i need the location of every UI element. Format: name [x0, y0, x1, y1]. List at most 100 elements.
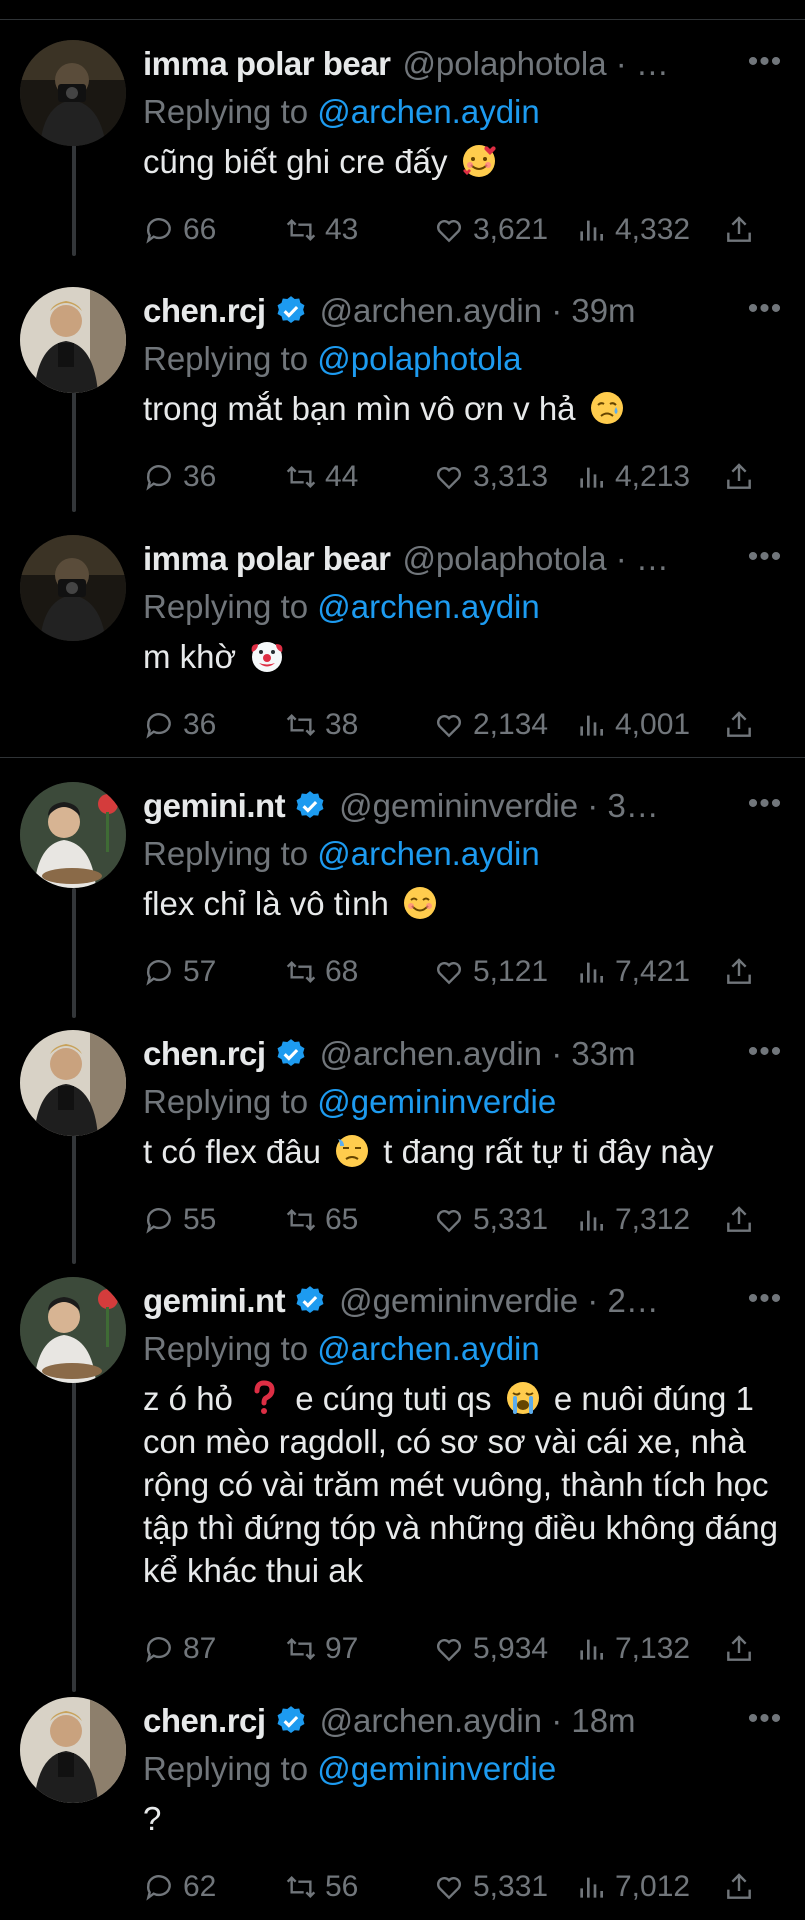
like-button[interactable]: 3,621	[433, 210, 548, 250]
avatar[interactable]	[20, 287, 126, 393]
reply-mention-link[interactable]: @archen.aydin	[317, 588, 539, 625]
handle-and-time[interactable]: @archen.aydin · 39m	[320, 291, 785, 331]
sad-but-relieved-face-icon	[589, 390, 625, 426]
more-options-icon[interactable]: •••	[747, 1281, 783, 1321]
retweet-button[interactable]: 65	[285, 1200, 358, 1240]
tweet-text: t có flex đâu t đang rất tự ti đây này	[143, 1130, 783, 1173]
replying-to: Replying to @archen.aydin	[143, 587, 540, 627]
handle-and-time[interactable]: @archen.aydin · 18m	[320, 1701, 785, 1741]
tweet-text: ?	[143, 1797, 783, 1840]
like-button[interactable]: 2,134	[433, 705, 548, 745]
more-options-icon[interactable]: •••	[747, 786, 783, 826]
tweet[interactable]: gemini.nt @gemininverdie · 3… ••• Replyi…	[0, 772, 805, 1000]
share-button[interactable]	[723, 1200, 763, 1240]
more-options-icon[interactable]: •••	[747, 1034, 783, 1074]
like-button[interactable]: 5,331	[433, 1200, 548, 1240]
reply-mention-link[interactable]: @archen.aydin	[317, 835, 539, 872]
display-name[interactable]: chen.rcj	[143, 1034, 266, 1074]
retweet-count: 44	[325, 460, 359, 493]
avatar[interactable]	[20, 535, 126, 641]
views-button[interactable]: 4,332	[575, 210, 690, 250]
retweet-count: 38	[325, 708, 359, 741]
handle-and-time[interactable]: @archen.aydin · 33m	[320, 1034, 785, 1074]
display-name[interactable]: gemini.nt	[143, 786, 286, 826]
avatar[interactable]	[20, 1697, 126, 1803]
tweet[interactable]: imma polar bear @polaphotola · … ••• Rep…	[0, 525, 805, 753]
display-name[interactable]: chen.rcj	[143, 291, 266, 331]
avatar[interactable]	[20, 1030, 126, 1136]
view-count: 7,132	[615, 1632, 691, 1665]
reply-button[interactable]: 36	[143, 457, 216, 497]
retweet-button[interactable]: 43	[285, 210, 358, 250]
replying-to: Replying to @archen.aydin	[143, 834, 540, 874]
handle-and-time[interactable]: @polaphotola · …	[402, 44, 785, 84]
reply-mention-link[interactable]: @archen.aydin	[317, 1330, 539, 1367]
views-button[interactable]: 7,012	[575, 1867, 690, 1907]
retweet-button[interactable]: 97	[285, 1629, 358, 1669]
retweet-button[interactable]: 68	[285, 952, 358, 992]
views-button[interactable]: 4,213	[575, 457, 690, 497]
display-name[interactable]: gemini.nt	[143, 1281, 286, 1321]
handle-and-time[interactable]: @polaphotola · …	[402, 539, 785, 579]
share-button[interactable]	[723, 952, 763, 992]
tweet[interactable]: chen.rcj @archen.aydin · 33m ••• Replyin…	[0, 1020, 805, 1248]
retweet-button[interactable]: 56	[285, 1867, 358, 1907]
share-icon	[727, 958, 751, 984]
replying-prefix: Replying to	[143, 93, 309, 130]
tweet[interactable]: gemini.nt @gemininverdie · 2… ••• Replyi…	[0, 1267, 805, 1677]
views-button[interactable]: 7,132	[575, 1629, 690, 1669]
reply-mention-link[interactable]: @polaphotola	[317, 340, 521, 377]
avatar[interactable]	[20, 1277, 126, 1383]
more-options-icon[interactable]: •••	[747, 291, 783, 331]
tweet-header: gemini.nt @gemininverdie · 2…	[143, 1281, 785, 1321]
retweet-button[interactable]: 38	[285, 705, 358, 745]
view-count: 7,312	[615, 1203, 691, 1236]
share-button[interactable]	[723, 705, 763, 745]
reply-mention-link[interactable]: @gemininverdie	[317, 1083, 556, 1120]
reply-count: 36	[183, 708, 217, 741]
avatar[interactable]	[20, 782, 126, 888]
views-button[interactable]: 7,312	[575, 1200, 690, 1240]
tweet[interactable]: imma polar bear @polaphotola · … ••• Rep…	[0, 30, 805, 258]
more-options-icon[interactable]: •••	[747, 44, 783, 84]
retweet-button[interactable]: 44	[285, 457, 358, 497]
more-options-icon[interactable]: •••	[747, 539, 783, 579]
share-icon	[727, 1873, 751, 1899]
reply-button[interactable]: 57	[143, 952, 216, 992]
like-button[interactable]: 5,331	[433, 1867, 548, 1907]
like-count: 3,621	[473, 213, 549, 246]
reply-button[interactable]: 66	[143, 210, 216, 250]
views-icon	[580, 1877, 603, 1898]
reply-mention-link[interactable]: @gemininverdie	[317, 1750, 556, 1787]
handle-and-time[interactable]: @gemininverdie · 2…	[339, 1281, 785, 1321]
share-button[interactable]	[723, 1867, 763, 1907]
reply-button[interactable]: 55	[143, 1200, 216, 1240]
views-button[interactable]: 4,001	[575, 705, 690, 745]
more-options-icon[interactable]: •••	[747, 1701, 783, 1741]
verified-badge-icon	[296, 1286, 324, 1314]
like-button[interactable]: 3,313	[433, 457, 548, 497]
tweet[interactable]: chen.rcj @archen.aydin · 18m ••• Replyin…	[0, 1687, 805, 1915]
share-button[interactable]	[723, 210, 763, 250]
like-button[interactable]: 5,121	[433, 952, 548, 992]
display-name[interactable]: imma polar bear	[143, 44, 391, 84]
reply-button[interactable]: 87	[143, 1629, 216, 1669]
views-button[interactable]: 7,421	[575, 952, 690, 992]
display-name[interactable]: imma polar bear	[143, 539, 391, 579]
tweet-text-part: e cúng tuti qs	[286, 1380, 501, 1417]
share-button[interactable]	[723, 457, 763, 497]
reply-button[interactable]: 62	[143, 1867, 216, 1907]
replying-prefix: Replying to	[143, 1083, 309, 1120]
display-name[interactable]: chen.rcj	[143, 1701, 266, 1741]
heart-icon	[437, 1210, 461, 1233]
reply-button[interactable]: 36	[143, 705, 216, 745]
avatar[interactable]	[20, 40, 126, 146]
handle-and-time[interactable]: @gemininverdie · 3…	[339, 786, 785, 826]
like-button[interactable]: 5,934	[433, 1629, 548, 1669]
share-icon	[727, 1635, 751, 1661]
share-button[interactable]	[723, 1629, 763, 1669]
replying-to: Replying to @gemininverdie	[143, 1082, 556, 1122]
tweet[interactable]: chen.rcj @archen.aydin · 39m ••• Replyin…	[0, 277, 805, 505]
tweet-actions: 57 68 5,121 7,421	[143, 952, 763, 992]
reply-mention-link[interactable]: @archen.aydin	[317, 93, 539, 130]
